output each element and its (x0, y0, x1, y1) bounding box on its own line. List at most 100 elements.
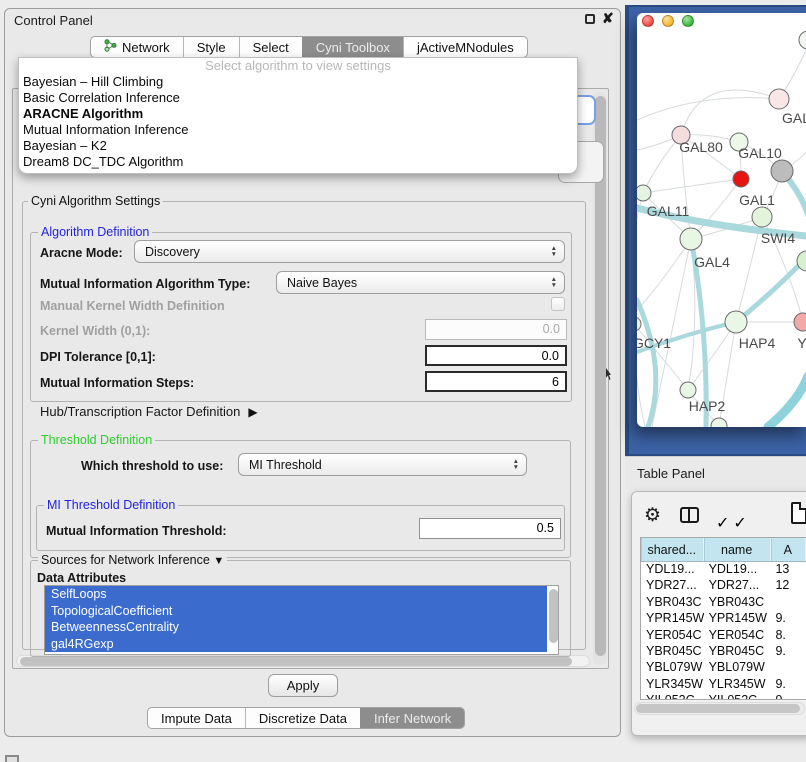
network-edge[interactable] (637, 324, 688, 390)
table-row[interactable]: YDR27...YDR27...12 (641, 578, 806, 594)
settings-horizontal-scrollbar-thumb[interactable] (20, 657, 572, 666)
tab-label: Infer Network (374, 711, 451, 726)
node-pink-right[interactable] (794, 313, 806, 331)
attribute-item-betweennesscentrality[interactable]: BetweennessCentrality (45, 619, 547, 636)
dropdown-item-bayesian-k2[interactable]: Bayesian – K2 (19, 138, 577, 154)
table-row[interactable]: YDL19...YDL19...13 (641, 562, 806, 578)
network-edge[interactable] (768, 376, 806, 427)
column-header-a[interactable]: A (771, 538, 806, 561)
table-cell: YBR043C (641, 595, 704, 611)
table-row[interactable]: YPR145WYPR145W9. (641, 611, 806, 627)
table-row[interactable]: YBR045CYBR045C9. (641, 644, 806, 660)
column-header-shared-[interactable]: shared... (641, 538, 704, 561)
network-edge[interactable] (643, 135, 681, 193)
table-cell: YIL052C (641, 693, 704, 700)
node-red[interactable] (733, 171, 749, 187)
node-pink-top[interactable] (769, 89, 789, 109)
mi-threshold-field[interactable]: 0.5 (419, 518, 561, 539)
table-cell: YER054C (704, 628, 771, 644)
node-HAP2[interactable] (680, 382, 696, 398)
gear-icon[interactable]: ⚙ (644, 504, 661, 527)
network-edge[interactable] (736, 258, 806, 322)
table-cell: 13 (770, 562, 806, 578)
table-horizontal-scrollbar-thumb[interactable] (636, 704, 800, 713)
network-edge[interactable] (637, 239, 691, 310)
tab-discretize-data[interactable]: Discretize Data (245, 708, 360, 728)
dpi-tolerance-field[interactable]: 0.0 (425, 345, 567, 366)
table-cell: 9. (770, 644, 806, 660)
network-edge[interactable] (643, 179, 741, 193)
node-GAL1[interactable] (752, 207, 772, 227)
mi-algorithm-type-value: Naive Bayes (287, 276, 357, 290)
node-GAL4[interactable] (680, 228, 702, 250)
table-row[interactable]: YBL079WYBL079W (641, 660, 806, 676)
dropdown-item-mutual-information-inference[interactable]: Mutual Information Inference (19, 122, 577, 138)
hub-section-toggle[interactable]: Hub/Transcription Factor Definition ▶ (40, 404, 258, 419)
mi-threshold-title: MI Threshold Definition (44, 498, 178, 512)
attribute-item-topologicalcoefficient[interactable]: TopologicalCoefficient (45, 603, 547, 620)
tab-infer-network[interactable]: Infer Network (360, 708, 464, 728)
attribute-item-selfloops[interactable]: SelfLoops (45, 586, 547, 603)
sources-title[interactable]: Sources for Network Inference ▼ (38, 553, 227, 567)
kernel-width-field[interactable]: 0.0 (425, 319, 567, 340)
algorithm-dropdown: Select algorithm to view settings Bayesi… (18, 57, 578, 174)
table-cell: 12 (770, 578, 806, 594)
attribute-item-gal4rgexp[interactable]: gal4RGexp (45, 636, 547, 653)
minimized-panel-icon[interactable] (5, 755, 19, 762)
table-cell: YDL19... (641, 562, 704, 578)
table-cell: YDR27... (704, 578, 771, 594)
tab-jactivemnodules[interactable]: jActiveMNodules (403, 37, 527, 57)
column-header-name[interactable]: name (704, 538, 771, 561)
dropdown-item-bayesian-hill-climbing[interactable]: Bayesian – Hill Climbing (19, 74, 577, 90)
table-cell: YBR045C (641, 644, 704, 660)
tab-network[interactable]: Network (91, 37, 183, 57)
columns-icon[interactable] (680, 507, 699, 523)
dropdown-item-dream8-dc-tdc-algorithm[interactable]: Dream8 DC_TDC Algorithm (19, 154, 577, 170)
node-label-hap2: HAP2 (689, 398, 726, 414)
table-cell: YLR345W (641, 677, 704, 693)
attributes-list-scrollbar-thumb[interactable] (549, 589, 558, 643)
node-HAP4[interactable] (725, 311, 747, 333)
data-attributes-label: Data Attributes (37, 571, 126, 585)
table-cell: YDR27... (641, 578, 704, 594)
table-cell: YER054C (641, 628, 704, 644)
dropdown-item-basic-correlation-inference[interactable]: Basic Correlation Inference (19, 90, 577, 106)
tab-label: Cyni Toolbox (316, 40, 390, 55)
table-cell: YLR345W (704, 677, 771, 693)
table-row[interactable]: YBR043CYBR043C (641, 595, 806, 611)
table-cell: YDL19... (704, 562, 771, 578)
tab-cyni-toolbox[interactable]: Cyni Toolbox (302, 37, 403, 57)
data-attributes-list: SelfLoopsTopologicalCoefficientBetweenne… (44, 585, 559, 655)
mi-type-label: Mutual Information Algorithm Type: (40, 277, 250, 291)
table-cell (770, 660, 806, 676)
node-gray[interactable] (771, 160, 793, 182)
select-all-icon[interactable]: ✓✓ (716, 513, 747, 533)
aracne-mode-select[interactable]: Discovery ▲▼ (134, 240, 565, 263)
manual-kernel-width-checkbox[interactable] (551, 297, 565, 311)
network-edge[interactable] (637, 98, 779, 120)
which-threshold-select[interactable]: MI Threshold ▲▼ (238, 453, 527, 476)
table-panel-title: Table Panel (637, 466, 705, 481)
import-table-icon[interactable] (791, 502, 806, 524)
tab-select[interactable]: Select (239, 37, 302, 57)
control-panel-title: Control Panel (14, 13, 93, 28)
bottom-tab-bar: Impute DataDiscretize Data Infer Network (147, 707, 465, 729)
network-edge[interactable] (681, 90, 779, 135)
tab-style[interactable]: Style (183, 37, 239, 57)
node-GCY1[interactable] (637, 317, 641, 331)
mi-algorithm-type-select[interactable]: Naive Bayes ▲▼ (276, 271, 565, 294)
dropdown-item-aracne-algorithm[interactable]: ARACNE Algorithm (19, 106, 577, 122)
table-row[interactable]: YER054CYER054C8. (641, 628, 806, 644)
float-window-icon[interactable] (585, 14, 595, 24)
node-top-right[interactable] (799, 31, 806, 49)
network-edge[interactable] (637, 300, 656, 427)
mi-steps-field[interactable]: 6 (425, 371, 567, 392)
node-GAL11[interactable] (637, 185, 651, 201)
table-row[interactable]: YIL052CYIL052C9. (641, 693, 806, 700)
node-label-swi4: SWI4 (761, 230, 795, 246)
tab-impute-data[interactable]: Impute Data (148, 708, 245, 728)
apply-button[interactable]: Apply (268, 674, 338, 697)
table-row[interactable]: YLR345WYLR345W9. (641, 677, 806, 693)
close-icon[interactable]: ✘ (602, 10, 614, 27)
network-canvas[interactable]: GALGAL80GAL10GAL1GAL11SWI4GAL4GCY1HAP4YH… (637, 26, 806, 427)
